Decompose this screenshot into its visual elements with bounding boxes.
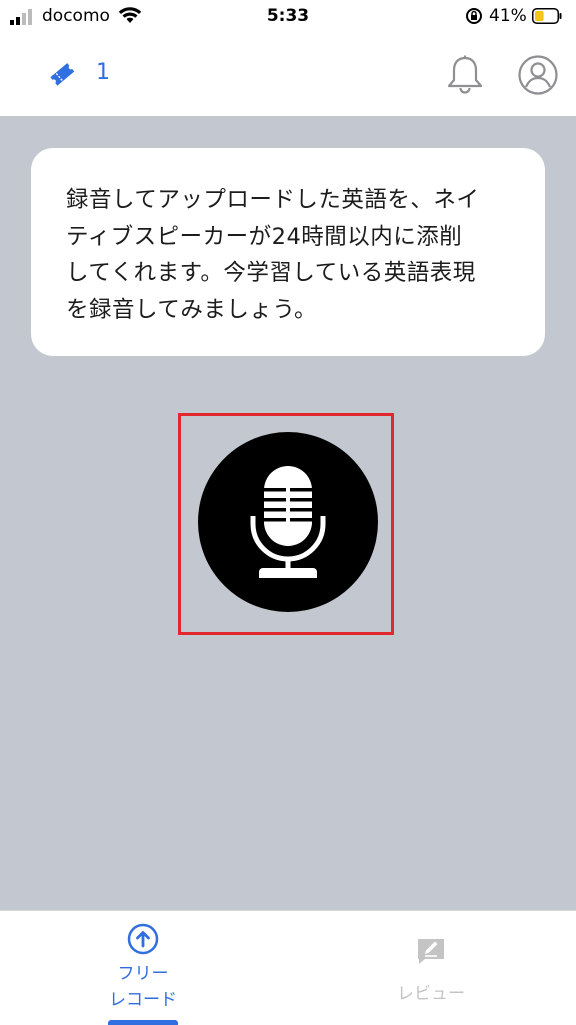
upload-icon: [127, 923, 159, 955]
bottom-tab-bar: フリー レコード レビュー: [0, 910, 576, 1025]
instruction-text: 録音してアップロードした英語を、ネイ ティブスピーカーが24時間以内に添削 して…: [66, 182, 511, 328]
main-content: 録音してアップロードした英語を、ネイ ティブスピーカーが24時間以内に添削 して…: [0, 116, 576, 910]
instruction-line: 録音してアップロードした英語を、ネイ: [66, 187, 480, 213]
tab-free-record-label-line2: レコード: [109, 990, 177, 1010]
review-icon: [418, 939, 444, 964]
instruction-card: 録音してアップロードした英語を、ネイ ティブスピーカーが24時間以内に添削 して…: [31, 148, 545, 356]
battery-percent: 41%: [489, 6, 527, 26]
tab-review[interactable]: レビュー: [336, 911, 526, 1025]
instruction-line: ティブスピーカーが24時間以内に添削: [66, 223, 463, 250]
instruction-line: を録音してみましょう。: [66, 296, 317, 323]
active-tab-indicator: [108, 1020, 178, 1025]
battery-icon: [532, 8, 562, 24]
ticket-count: 1: [96, 60, 110, 85]
tab-free-record[interactable]: フリー レコード: [48, 911, 238, 1025]
bell-icon[interactable]: [444, 54, 486, 96]
profile-icon[interactable]: [517, 54, 559, 96]
status-bar: docomo 5:33 41%: [0, 0, 576, 36]
top-app-bar: 1: [0, 36, 576, 116]
record-button[interactable]: [198, 432, 378, 612]
rotation-lock-icon: [466, 8, 482, 24]
tab-free-record-label-line1: フリー: [117, 964, 169, 984]
tab-review-label: レビュー: [397, 984, 465, 1004]
instruction-line: してくれます。今学習している英語表現: [66, 260, 476, 286]
microphone-icon: [250, 466, 326, 578]
ticket-icon[interactable]: [48, 60, 76, 88]
